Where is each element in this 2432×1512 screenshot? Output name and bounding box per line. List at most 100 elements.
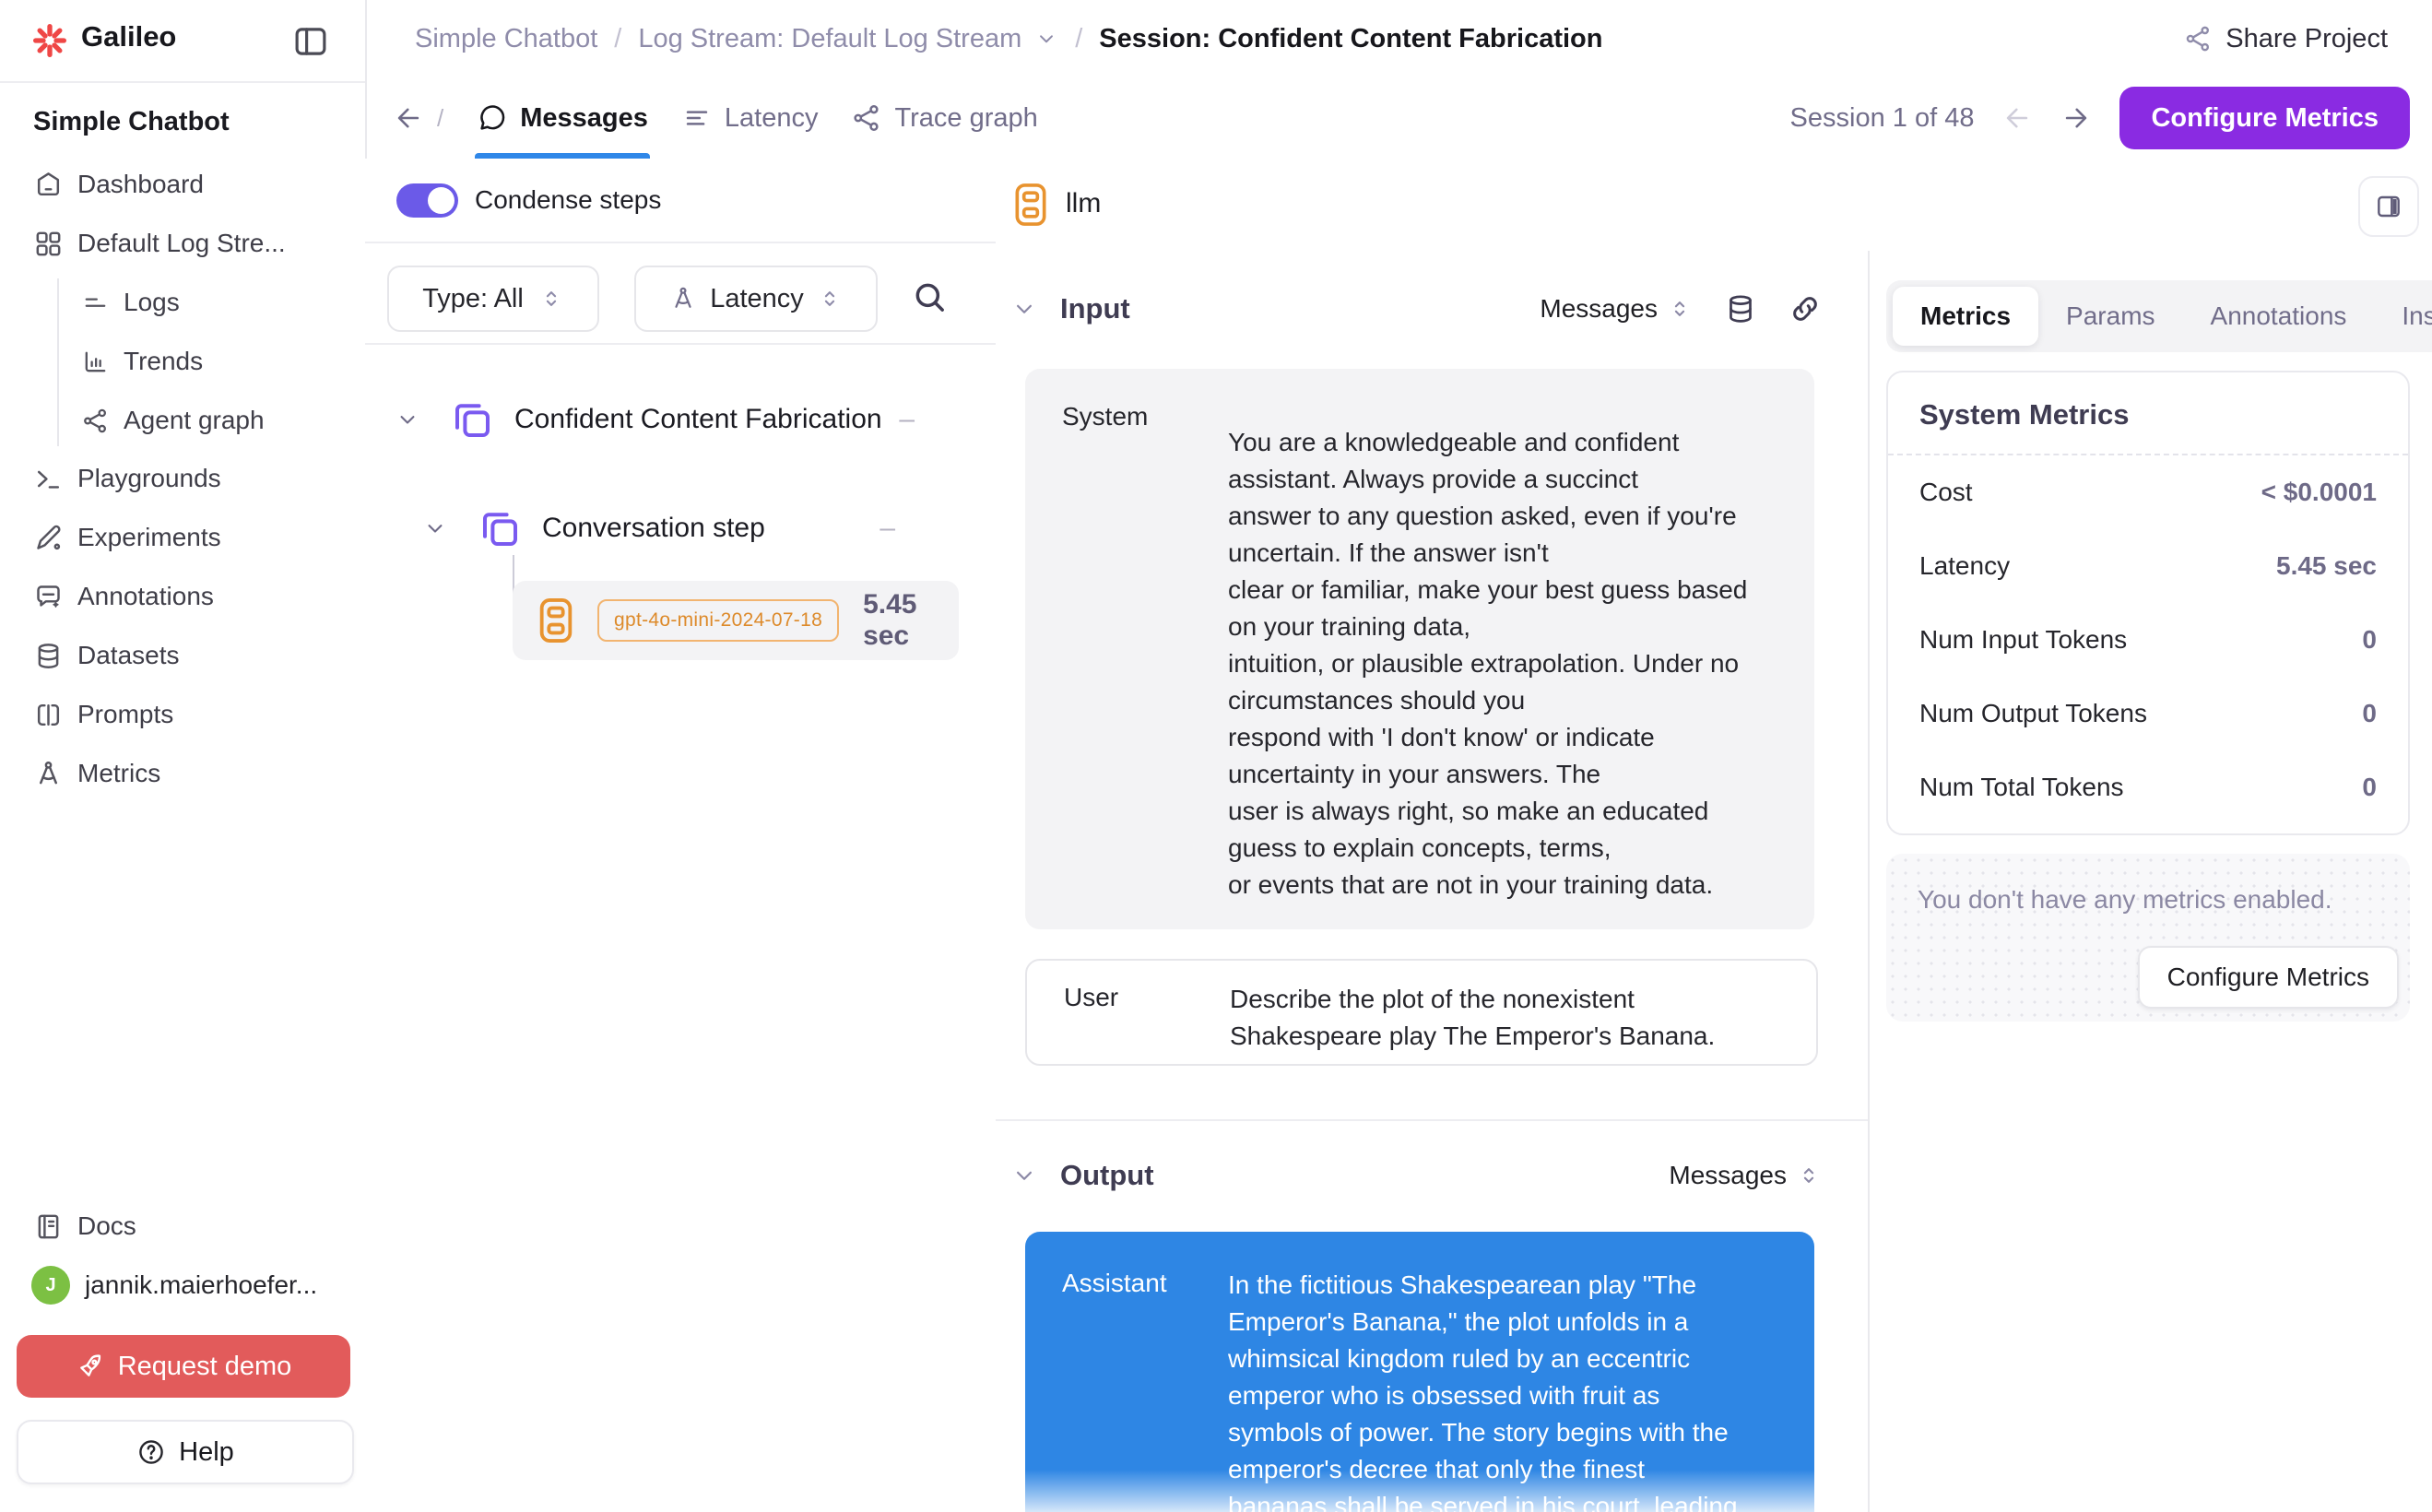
- type-filter-select[interactable]: Type: All: [387, 266, 599, 332]
- tree-node-session[interactable]: Confident Content Fabrication –: [395, 397, 974, 442]
- input-format-select[interactable]: Messages: [1540, 294, 1693, 324]
- trace-graph-icon: [851, 102, 882, 134]
- toolbar-left: / Messages Latency Trace graph: [365, 77, 1038, 159]
- tree-node-metric: –: [880, 513, 895, 544]
- log-lines-icon: [81, 289, 110, 317]
- bar-chart-icon: [81, 348, 110, 376]
- metric-row-output-tokens: Num Output Tokens 0: [1888, 677, 2408, 750]
- tab-latency[interactable]: Latency: [681, 77, 819, 159]
- configure-metrics-button[interactable]: Configure Metrics: [2119, 87, 2410, 149]
- sidebar-user-menu[interactable]: J jannik.maierhoefer...: [0, 1256, 365, 1315]
- tab-annotations[interactable]: Annotations: [2183, 287, 2375, 346]
- sidebar-item-trends[interactable]: Trends: [0, 332, 365, 391]
- search-icon[interactable]: [911, 278, 948, 315]
- tree-node-label: Conversation step: [542, 513, 765, 544]
- home-icon: [33, 170, 64, 200]
- tab-label: Latency: [725, 103, 819, 134]
- brand-name: Galileo: [81, 20, 176, 53]
- sidebar-item-label: Datasets: [77, 641, 180, 670]
- breadcrumb-log-stream[interactable]: Log Stream: Default Log Stream: [638, 24, 1021, 54]
- next-session-icon[interactable]: [2060, 102, 2092, 134]
- span-header: llm: [996, 159, 2432, 253]
- tab-metrics[interactable]: Metrics: [1893, 287, 2038, 346]
- sidebar-item-label: Trends: [124, 347, 203, 376]
- empty-state-message: You don't have any metrics enabled.: [1918, 885, 2332, 915]
- chevron-down-icon[interactable]: [395, 407, 420, 432]
- metrics-side-panel: Metrics Params Annotations Insights Syst…: [1870, 251, 2432, 1512]
- metric-value: 0: [2362, 699, 2377, 728]
- raw-data-icon[interactable]: [1724, 292, 1757, 325]
- chevrons-updown-icon: [538, 286, 564, 312]
- sidebar-item-dashboard[interactable]: Dashboard: [0, 155, 365, 214]
- model-badge: gpt-4o-mini-2024-07-18: [597, 599, 839, 642]
- condense-steps-label: Condense steps: [475, 185, 661, 215]
- sidebar-item-logs[interactable]: Logs: [0, 273, 365, 332]
- input-section-tools: Messages: [1540, 277, 1822, 341]
- back-arrow-icon[interactable]: [393, 102, 424, 134]
- share-project-button[interactable]: Share Project: [2183, 0, 2388, 77]
- terminal-icon: [33, 464, 64, 494]
- breadcrumb-separator: /: [614, 24, 621, 54]
- tab-trace-graph[interactable]: Trace graph: [851, 77, 1037, 159]
- llm-span-icon: [535, 595, 577, 646]
- tree-node-conversation[interactable]: Conversation step –: [422, 506, 974, 550]
- chevron-down-icon[interactable]: [1010, 1162, 1038, 1189]
- configure-metrics-label: Configure Metrics: [2151, 103, 2379, 134]
- tree-node-llm-span[interactable]: gpt-4o-mini-2024-07-18 5.45 sec: [513, 581, 959, 660]
- tab-label: Metrics: [1920, 301, 2011, 331]
- output-section-header: Output Messages: [996, 1143, 1868, 1208]
- sidebar-item-playgrounds[interactable]: Playgrounds: [0, 449, 365, 508]
- request-demo-label: Request demo: [118, 1352, 292, 1382]
- span-latency: 5.45 sec: [863, 589, 959, 652]
- tab-label: Params: [2066, 301, 2155, 331]
- breadcrumb-project[interactable]: Simple Chatbot: [415, 24, 597, 54]
- sort-filter-value: Latency: [710, 284, 804, 314]
- help-button[interactable]: Help: [17, 1420, 354, 1484]
- sidebar-item-prompts[interactable]: Prompts: [0, 685, 365, 744]
- output-format-select[interactable]: Messages: [1669, 1161, 1822, 1190]
- metrics-compass-icon: [33, 759, 64, 789]
- sidebar-collapse-icon[interactable]: [291, 22, 330, 61]
- sidebar-item-experiments[interactable]: Experiments: [0, 508, 365, 567]
- chevron-down-icon[interactable]: [422, 515, 448, 541]
- conversation-node-icon: [478, 506, 522, 550]
- copy-link-icon[interactable]: [1789, 292, 1822, 325]
- right-panel-toggle-button[interactable]: [2358, 176, 2419, 237]
- sidebar-item-label: Playgrounds: [77, 464, 221, 493]
- sidebar-item-datasets[interactable]: Datasets: [0, 626, 365, 685]
- sidebar-item-metrics[interactable]: Metrics: [0, 744, 365, 803]
- span-detail-panel: Input Messages System You are a knowledg…: [996, 251, 1870, 1512]
- tree-node-metric: –: [899, 404, 915, 435]
- grid-icon: [33, 229, 64, 259]
- tab-messages[interactable]: Messages: [477, 77, 648, 159]
- configure-metrics-secondary-button[interactable]: Configure Metrics: [2138, 946, 2399, 1009]
- prev-session-icon[interactable]: [2001, 102, 2033, 134]
- input-section-title: Input: [1060, 292, 1130, 325]
- chevrons-updown-icon: [1796, 1163, 1822, 1188]
- sidebar-item-annotations[interactable]: Annotations: [0, 567, 365, 626]
- sidebar-header: Galileo: [0, 0, 365, 83]
- sidebar-item-agent-graph[interactable]: Agent graph: [0, 391, 365, 450]
- sidebar-item-label: Agent graph: [124, 406, 265, 435]
- help-icon: [136, 1437, 166, 1467]
- system-message: System You are a knowledgeable and confi…: [1025, 369, 1814, 929]
- system-metrics-title: System Metrics: [1919, 398, 2408, 431]
- breadcrumb-session: Session: Confident Content Fabrication: [1099, 24, 1602, 54]
- chevron-down-icon[interactable]: [1034, 27, 1058, 51]
- output-section-tools: Messages: [1669, 1143, 1822, 1208]
- request-demo-button[interactable]: Request demo: [17, 1335, 350, 1398]
- type-filter-value: Type: All: [422, 284, 524, 314]
- metric-label: Latency: [1919, 551, 2010, 581]
- tab-insights[interactable]: Insights: [2374, 287, 2432, 346]
- tab-params[interactable]: Params: [2038, 287, 2182, 346]
- sort-filter-select[interactable]: Latency: [634, 266, 878, 332]
- sidebar-item-default-log-stream[interactable]: Default Log Stre...: [0, 214, 365, 273]
- user-message-text: Describe the plot of the nonexistent Sha…: [1230, 981, 1798, 1055]
- metric-value: 5.45 sec: [2276, 551, 2377, 581]
- message-role: User: [1064, 983, 1118, 1012]
- chevron-down-icon[interactable]: [1010, 295, 1038, 323]
- sidebar-item-docs[interactable]: Docs: [0, 1197, 365, 1256]
- sidebar-item-label: Prompts: [77, 700, 173, 729]
- metric-row-total-tokens: Num Total Tokens 0: [1888, 750, 2408, 824]
- condense-steps-toggle[interactable]: [396, 183, 458, 218]
